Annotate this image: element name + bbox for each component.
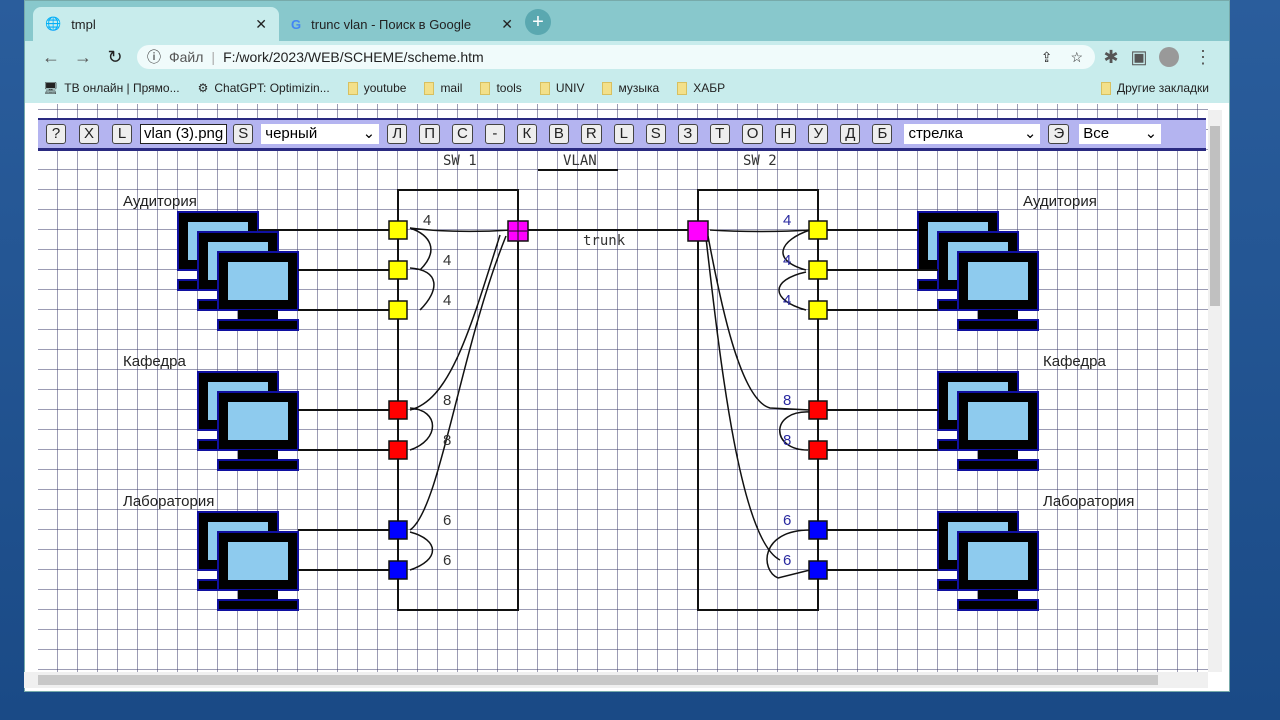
computer-screen-icon[interactable] — [968, 542, 1028, 580]
clear-button[interactable]: X — [79, 124, 100, 144]
color-select[interactable]: черный ⌄ — [261, 124, 380, 144]
tool-button-11[interactable]: О — [741, 124, 764, 144]
switch-1-port[interactable] — [388, 520, 408, 540]
switch-1-port[interactable] — [388, 400, 408, 420]
tool-button-14[interactable]: Д — [840, 124, 861, 144]
vlan-number: 6 — [443, 512, 451, 529]
tool-button-2[interactable]: С — [452, 124, 473, 144]
group-label: Лаборатория — [123, 493, 214, 510]
computer-base-icon[interactable] — [957, 599, 1039, 611]
vlan-title: VLAN — [563, 153, 597, 169]
switch-1-port[interactable] — [388, 260, 408, 280]
tool-select[interactable]: стрелка ⌄ — [904, 124, 1041, 144]
e-button[interactable]: Э — [1048, 124, 1070, 144]
filter-value: Все — [1083, 125, 1110, 142]
vlan-number: 4 — [423, 212, 431, 229]
diagram-canvas[interactable]: SW 1 VLAN SW 2 trunk Аудитория Кафедра Лаборат… — [0, 0, 1280, 720]
editor-toolbar: ? X L vlan (3).png S черный ⌄ ЛПС-КВRLSЗТ… — [38, 118, 1206, 151]
computer-base-icon[interactable] — [217, 599, 299, 611]
computer-stand-icon[interactable] — [978, 450, 1018, 460]
tool-value: стрелка — [908, 125, 963, 142]
file-input[interactable]: vlan (3).png — [140, 124, 228, 144]
group-label: Аудитория — [1023, 193, 1097, 210]
vlan-number: 8 — [443, 432, 451, 449]
switch-2-port[interactable] — [808, 260, 828, 280]
vlan-number: 4 — [443, 292, 451, 309]
trunk-port-sw2[interactable] — [687, 220, 709, 242]
computer-screen-icon[interactable] — [968, 262, 1028, 300]
group-label: Кафедра — [123, 353, 187, 370]
computer-base-icon[interactable] — [957, 459, 1039, 471]
vlan-number: 4 — [783, 292, 791, 309]
trunk-label: trunk — [583, 233, 626, 249]
computer-stand-icon[interactable] — [238, 450, 278, 460]
computer-base-icon[interactable] — [217, 319, 299, 331]
switch-2-port[interactable] — [808, 560, 828, 580]
tool-button-9[interactable]: З — [677, 124, 698, 144]
computer-stand-icon[interactable] — [238, 310, 278, 320]
load-button[interactable]: L — [112, 124, 133, 144]
vlan-number: 4 — [443, 252, 451, 269]
tool-button-3[interactable]: - — [484, 124, 505, 144]
computer-stand-icon[interactable] — [978, 590, 1018, 600]
tool-button-5[interactable]: В — [548, 124, 569, 144]
tool-button-13[interactable]: У — [808, 124, 829, 144]
computer-base-icon[interactable] — [217, 459, 299, 471]
tool-button-6[interactable]: R — [580, 124, 602, 144]
chevron-down-icon: ⌄ — [362, 125, 376, 142]
group-label: Лаборатория — [1043, 493, 1134, 510]
save-button[interactable]: S — [233, 124, 254, 144]
tool-button-10[interactable]: Т — [709, 124, 730, 144]
tool-button-8[interactable]: S — [645, 124, 666, 144]
switch-1-port[interactable] — [388, 440, 408, 460]
computer-base-icon[interactable] — [957, 319, 1039, 331]
switch-1-port[interactable] — [388, 220, 408, 240]
group-label: Кафедра — [1043, 353, 1107, 370]
chevron-down-icon: ⌄ — [1144, 125, 1158, 142]
vlan-number: 8 — [443, 392, 451, 409]
help-button[interactable]: ? — [46, 124, 66, 144]
filter-select[interactable]: Все ⌄ — [1079, 124, 1162, 144]
tool-button-12[interactable]: Н — [775, 124, 797, 144]
switch-1-port[interactable] — [388, 300, 408, 320]
computer-screen-icon[interactable] — [228, 262, 288, 300]
switch-2-port[interactable] — [808, 220, 828, 240]
group-label: Аудитория — [123, 193, 197, 210]
computer-screen-icon[interactable] — [228, 402, 288, 440]
switch-2-port[interactable] — [808, 520, 828, 540]
switch-2-port[interactable] — [808, 300, 828, 320]
computer-stand-icon[interactable] — [978, 310, 1018, 320]
tool-button-7[interactable]: L — [613, 124, 634, 144]
chevron-down-icon: ⌄ — [1023, 125, 1037, 142]
vlan-number: 4 — [783, 252, 791, 269]
tool-button-1[interactable]: П — [419, 124, 441, 144]
switch-2-port[interactable] — [808, 440, 828, 460]
tool-button-0[interactable]: Л — [387, 124, 408, 144]
computer-stand-icon[interactable] — [238, 590, 278, 600]
vlan-number: 8 — [783, 392, 791, 409]
computer-screen-icon[interactable] — [968, 402, 1028, 440]
color-value: черный — [265, 125, 318, 142]
vlan-number: 6 — [783, 512, 791, 529]
vlan-number: 8 — [783, 432, 791, 449]
switch-2-label: SW 2 — [743, 153, 777, 169]
vlan-number: 6 — [443, 552, 451, 569]
tool-button-15[interactable]: Б — [872, 124, 893, 144]
computer-screen-icon[interactable] — [228, 542, 288, 580]
switch-2-port[interactable] — [808, 400, 828, 420]
vlan-number: 6 — [783, 552, 791, 569]
vlan-number: 4 — [783, 212, 791, 229]
switch-1-port[interactable] — [388, 560, 408, 580]
switch-1-label: SW 1 — [443, 153, 477, 169]
tool-button-4[interactable]: К — [516, 124, 537, 144]
